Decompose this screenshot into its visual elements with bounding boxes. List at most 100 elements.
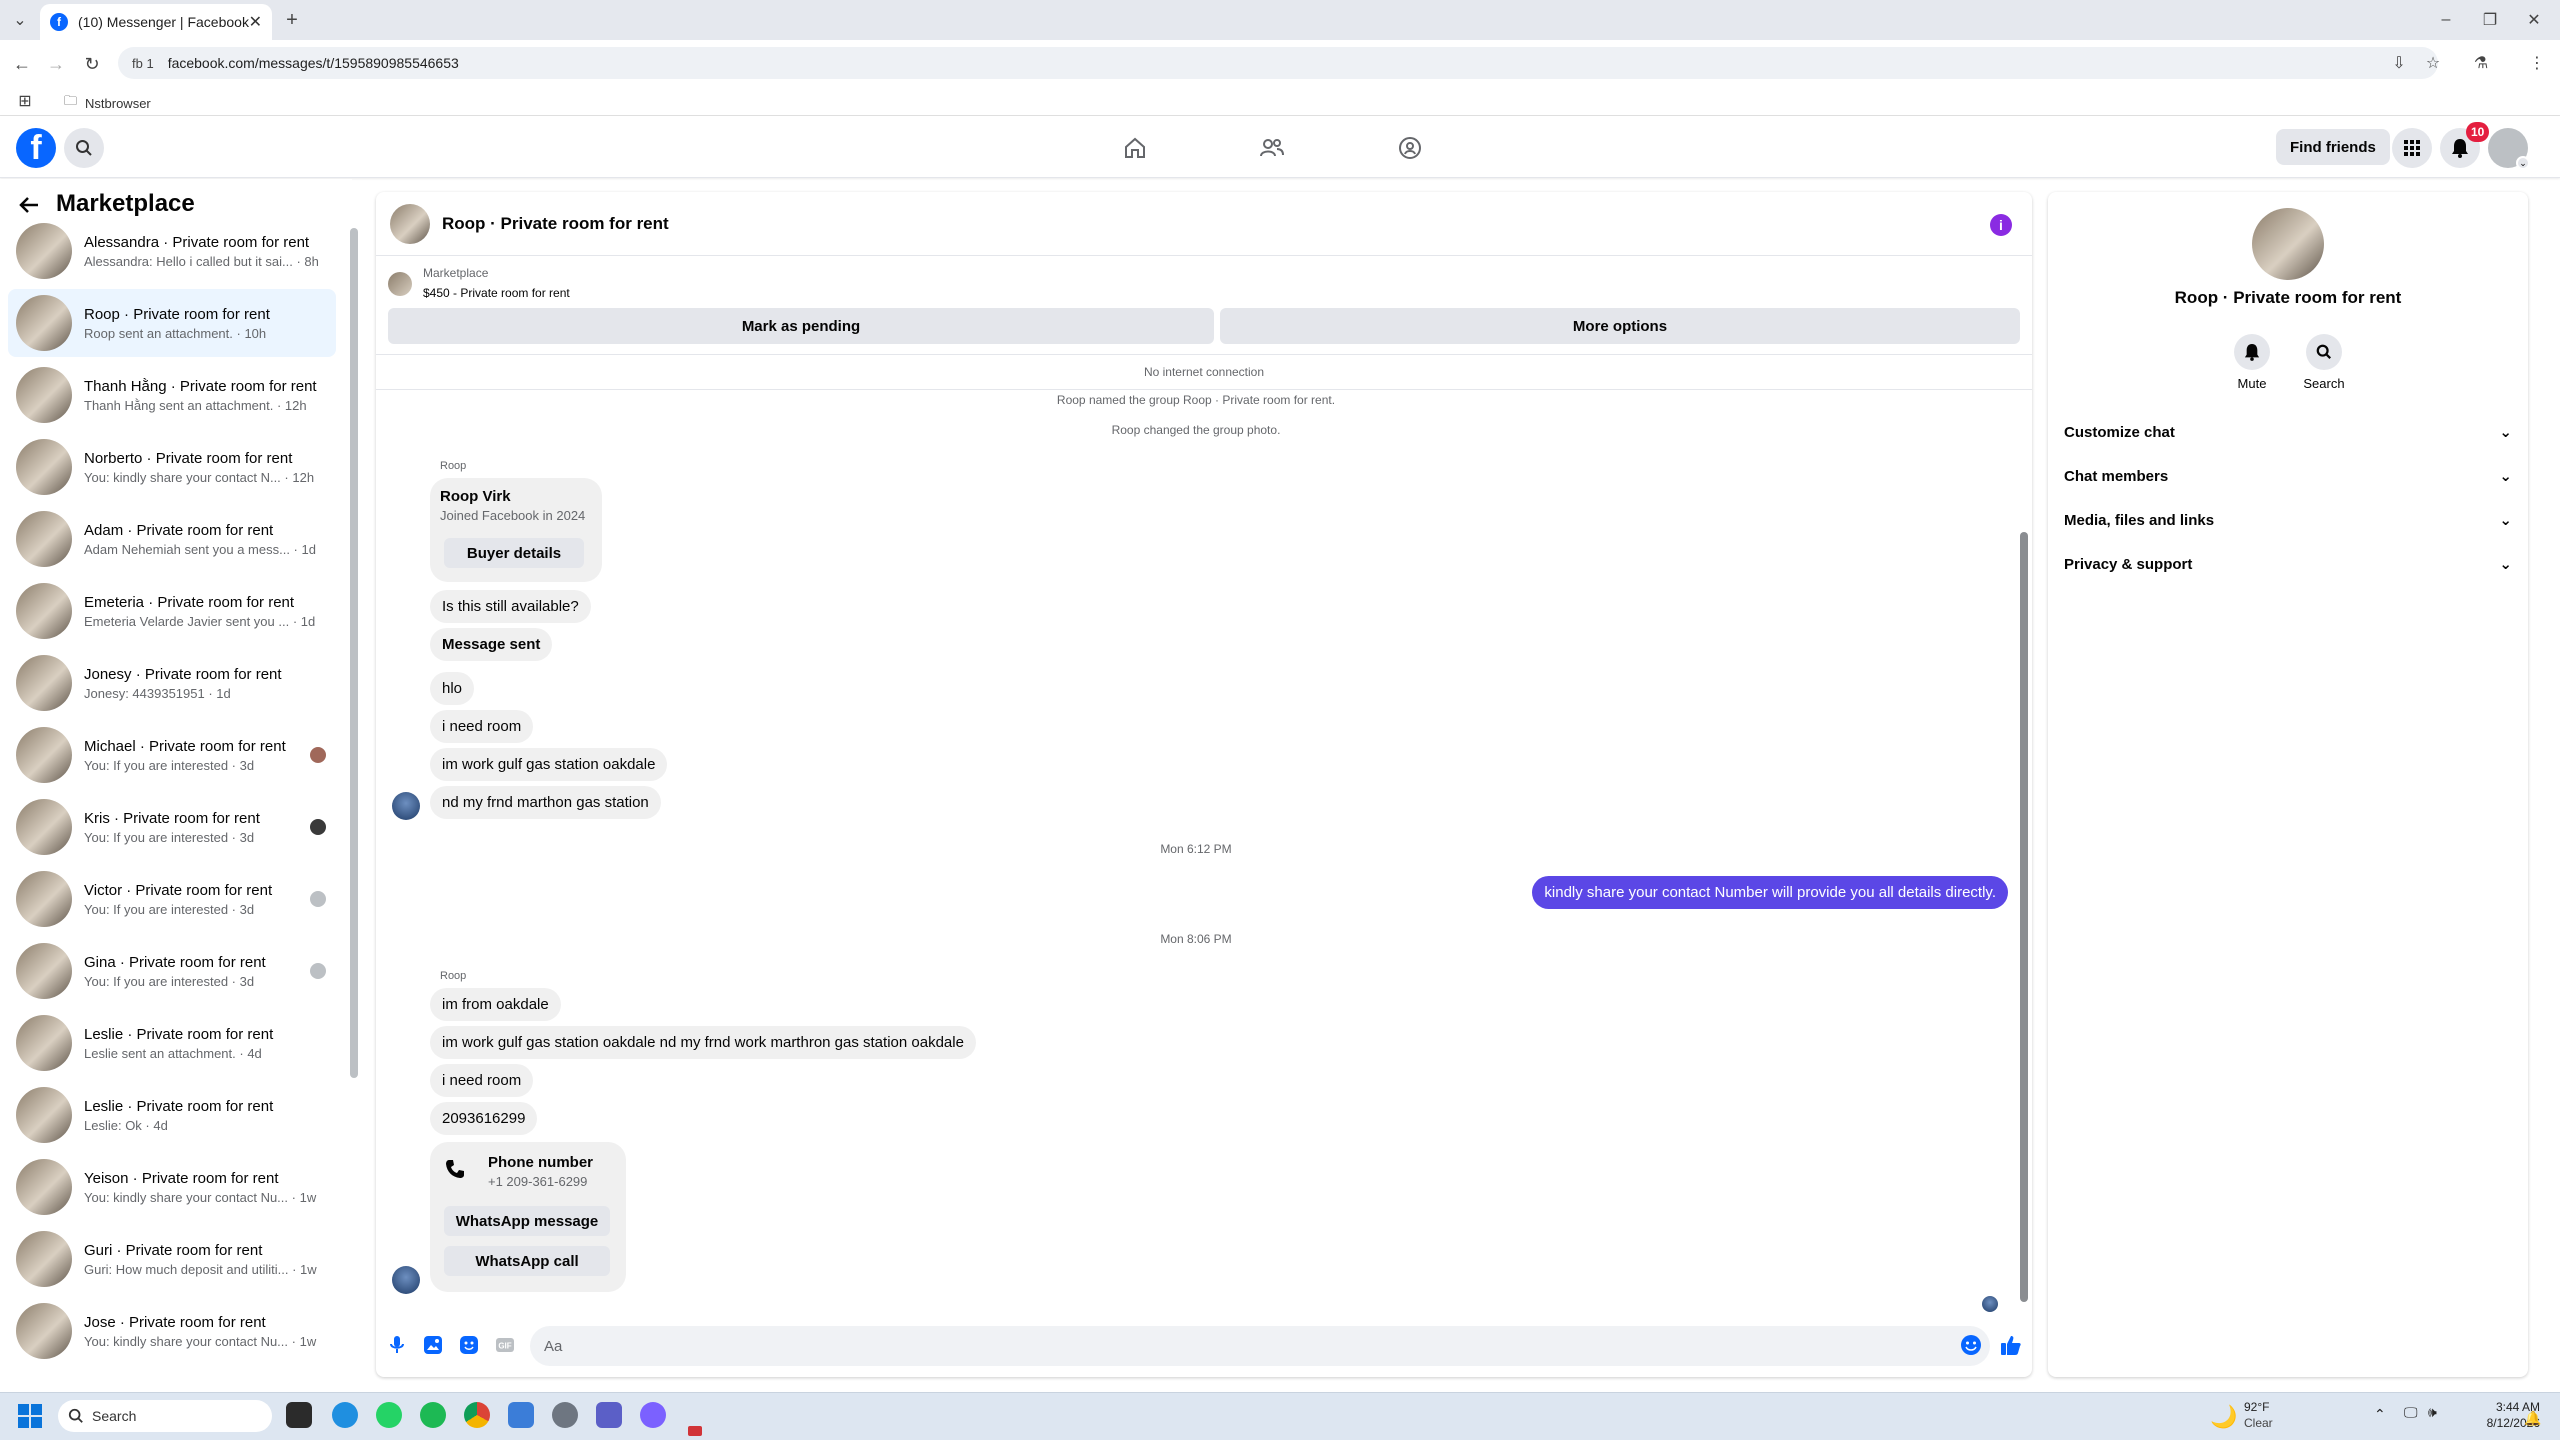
search-button[interactable] [64,128,104,168]
reload-icon[interactable]: ↻ [80,52,104,76]
find-friends-button[interactable]: Find friends [2276,129,2390,165]
sticker-icon[interactable] [458,1334,480,1356]
conversation-item[interactable]: Victor · Private room for rent You: If y… [8,865,336,933]
sidebar-scrollbar[interactable] [350,228,358,1078]
site-info-chip[interactable]: fb 1 [132,56,154,71]
extensions-icon[interactable]: ⚗ [2470,52,2492,74]
customize-chat-section[interactable]: Customize chat ⌄ [2064,410,2512,454]
whatsapp-icon[interactable] [376,1402,402,1428]
buyer-details-button[interactable]: Buyer details [444,538,584,568]
mute-button[interactable]: Mute [2222,334,2282,391]
gif-icon[interactable]: GIF [494,1334,516,1356]
window-close-icon[interactable]: ✕ [2522,8,2546,32]
groups-nav-button[interactable] [1390,128,1430,168]
browser-app-icon[interactable] [640,1402,666,1428]
privacy-support-section[interactable]: Privacy & support ⌄ [2064,542,2512,586]
emoji-icon[interactable] [1960,1334,1982,1356]
chat-avatar[interactable] [390,203,430,244]
conversation-item[interactable]: Norberto · Private room for rent You: ki… [8,433,336,501]
conversation-item[interactable]: Adam · Private room for rent Adam Nehemi… [8,505,336,573]
app-icon[interactable] [596,1402,622,1428]
weather-moon-icon[interactable]: 🌙 [2210,1404,2237,1430]
install-app-icon[interactable]: ⇩ [2388,52,2410,74]
conversation-item[interactable]: Yeison · Private room for rent You: kind… [8,1153,336,1221]
message-input[interactable]: Aa [530,1326,1990,1366]
forward-icon[interactable]: → [44,52,68,76]
tab-list-icon[interactable]: ⌄ [8,10,32,30]
weather-temp[interactable]: 92°F [2244,1400,2269,1414]
bookmark-folder[interactable]: 🗀 Nstbrowser [64,92,151,114]
chat-members-section[interactable]: Chat members ⌄ [2064,454,2512,498]
task-view-icon[interactable] [286,1402,312,1428]
facebook-logo-icon[interactable]: f [16,128,56,168]
minimize-icon[interactable]: – [2434,8,2458,32]
chat-scrollbar[interactable] [2020,532,2028,1302]
close-tab-icon[interactable]: ✕ [249,12,262,32]
chat-title[interactable]: Roop · Private room for rent [442,214,669,234]
notification-center-icon[interactable]: 🔔 [2524,1410,2541,1427]
browser-menu-icon[interactable]: ⋮ [2526,52,2548,74]
back-icon[interactable]: ← [10,52,34,76]
search-in-conversation-button[interactable]: Search [2294,334,2354,391]
conversation-item[interactable]: Gina · Private room for rent You: If you… [8,937,336,1005]
sender-avatar[interactable] [392,792,420,820]
message-bubble[interactable]: im work gulf gas station oakdale [430,748,668,781]
like-thumb-icon[interactable] [2000,1334,2022,1356]
more-options-button[interactable]: More options [1220,308,2020,344]
tray-chevron-icon[interactable]: ⌃ [2374,1406,2386,1423]
conversation-item[interactable]: Guri · Private room for rent Guri: How m… [8,1225,336,1293]
media-files-links-section[interactable]: Media, files and links ⌄ [2064,498,2512,542]
conversation-item[interactable]: Jose · Private room for rent You: kindly… [8,1297,336,1365]
conversation-item[interactable]: Leslie · Private room for rent Leslie: O… [8,1081,336,1149]
windows-start-icon[interactable] [18,1404,42,1428]
friends-nav-button[interactable] [1252,128,1292,168]
chrome-icon[interactable] [464,1402,490,1428]
volume-icon[interactable]: 🕪 [2428,1404,2437,1421]
message-bubble[interactable]: Message sent [430,628,553,661]
browser-tab[interactable]: f (10) Messenger | Facebook ✕ [40,4,272,40]
listing-price[interactable]: $450 - Private room for rent [423,286,570,300]
bookmark-star-icon[interactable]: ☆ [2422,52,2444,74]
conversation-item[interactable]: Alessandra · Private room for rent Aless… [8,217,336,285]
network-icon[interactable]: 🖵 [2404,1404,2418,1421]
mark-as-pending-button[interactable]: Mark as pending [388,308,1214,344]
menu-button[interactable] [2392,128,2432,168]
message-bubble[interactable]: i need room [430,1064,534,1097]
message-bubble[interactable]: hlo [430,672,475,705]
message-bubble[interactable]: Is this still available? [430,590,591,623]
conversation-item[interactable]: Jonesy · Private room for rent Jonesy: 4… [8,649,336,717]
whatsapp-call-button[interactable]: WhatsApp call [444,1246,610,1276]
conversation-avatar-large[interactable] [2252,208,2324,280]
message-bubble[interactable]: im from oakdale [430,988,561,1021]
message-bubble[interactable]: im work gulf gas station oakdale nd my f… [430,1026,976,1059]
new-tab-icon[interactable]: + [280,8,304,32]
message-bubble[interactable]: 2093616299 [430,1102,538,1135]
back-arrow-icon[interactable] [18,194,40,221]
account-chevron-icon[interactable]: ⌄ [2516,156,2530,170]
conversation-item[interactable]: Emeteria · Private room for rent Emeteri… [8,577,336,645]
sender-avatar[interactable] [392,1266,420,1294]
home-nav-button[interactable] [1115,128,1155,168]
apps-grid-icon[interactable]: ⊞ [14,90,36,112]
message-bubble[interactable]: i need room [430,710,534,743]
taskbar-search[interactable]: Search [58,1400,272,1432]
my-message-bubble[interactable]: kindly share your contact Number will pr… [1532,876,2008,909]
conversation-item[interactable]: Thanh Hằng · Private room for rent Thanh… [8,361,336,429]
maximize-icon[interactable]: ❐ [2478,8,2502,32]
conversation-item[interactable]: Leslie · Private room for rent Leslie se… [8,1009,336,1077]
conversation-info-icon[interactable]: i [1990,214,2012,236]
message-bubble[interactable]: nd my frnd marthon gas station [430,786,661,819]
conversation-item-active[interactable]: Roop · Private room for rent Roop sent a… [8,289,336,357]
pinned-app-icon[interactable] [688,1426,702,1436]
conversation-item[interactable]: Kris · Private room for rent You: If you… [8,793,336,861]
notepad-icon[interactable] [508,1402,534,1428]
phone-number-card: Phone number +1 209-361-6299 WhatsApp me… [430,1142,626,1292]
whatsapp-message-button[interactable]: WhatsApp message [444,1206,610,1236]
address-bar[interactable]: fb 1 facebook.com/messages/t/15958909855… [118,47,2438,79]
edge-browser-icon[interactable] [332,1402,358,1428]
settings-gear-icon[interactable] [552,1402,578,1428]
conversation-item[interactable]: Michael · Private room for rent You: If … [8,721,336,789]
microphone-icon[interactable] [386,1334,408,1356]
spotify-icon[interactable] [420,1402,446,1428]
photo-icon[interactable] [422,1334,444,1356]
